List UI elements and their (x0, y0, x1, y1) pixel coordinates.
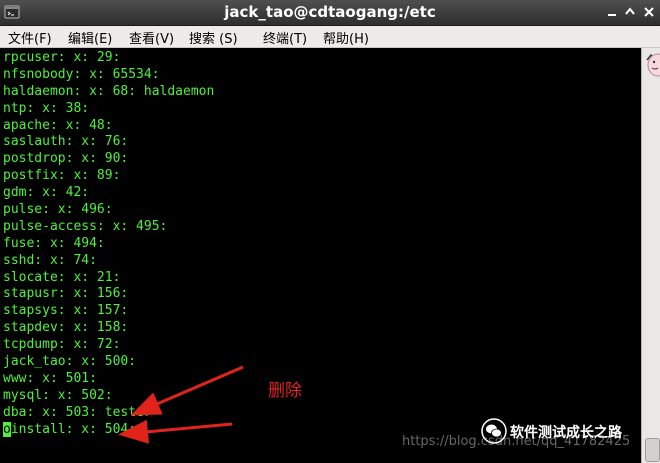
terminal-line: tcpdump: x: 72: (3, 337, 121, 353)
terminal-line: nfsnobody: x: 65534: (3, 66, 160, 82)
sticker-decoration-icon (647, 53, 660, 77)
terminal-line: jack_tao: x: 500: (3, 354, 137, 370)
terminal-line: sshd: x: 74: (3, 252, 97, 268)
terminal-line: pulse: x: 496: (3, 202, 113, 218)
menu-terminal[interactable]: 终端(T) (263, 28, 307, 47)
menu-edit[interactable]: 编辑(E) (68, 28, 112, 47)
terminal-line: stapusr: x: 156: (3, 286, 129, 302)
terminal-line: pulse-access: x: 495: (3, 218, 168, 234)
terminal-line: slocate: x: 21: (3, 269, 121, 285)
terminal-output[interactable]: rpcuser: x: 29: nfsnobody: x: 65534: hal… (0, 48, 641, 463)
terminal-line: dba: x: 503: tester (3, 404, 152, 420)
terminal-line: saslauth: x: 76: (3, 134, 129, 150)
terminal-line: stapdev: x: 158: (3, 320, 129, 336)
terminal-line: postdrop: x: 90: (3, 151, 129, 167)
watermark-brand: 软件测试成长之路 (510, 425, 622, 441)
vertical-scrollbar[interactable] (641, 48, 660, 463)
cursor-line-text: install: x: 504: (10, 421, 137, 437)
terminal-line: postfix: x: 89: (3, 168, 121, 184)
terminal-cursor-line: oinstall: x: 504: (3, 421, 214, 439)
terminal-cursor: o (3, 421, 11, 437)
close-button[interactable] (641, 5, 657, 19)
terminal-line: mysql: x: 502: (3, 387, 113, 403)
terminal-line: apache: x: 48: (3, 117, 113, 133)
terminal-line: fuse: x: 494: (3, 235, 105, 251)
wechat-logo-icon (481, 418, 507, 444)
terminal-line: gdm: x: 42: (3, 185, 90, 201)
terminal-line: ntp: x: 38: (3, 100, 90, 116)
terminal-line: stapsys: x: 157: (3, 303, 129, 319)
terminal-window: jack_tao@cdtaogang:/etc 文件(F) 编辑(E) 查看(V… (0, 0, 660, 463)
title-bar[interactable]: jack_tao@cdtaogang:/etc (0, 0, 660, 26)
menu-bar: 文件(F) 编辑(E) 查看(V) 搜索 (S) 终端(T) 帮助(H) (0, 26, 660, 48)
scrollbar-thumb[interactable] (645, 438, 660, 462)
terminal-line: haldaemon: x: 68: haldaemon (3, 83, 215, 99)
menu-help[interactable]: 帮助(H) (323, 28, 369, 47)
terminal-lines: rpcuser: x: 29: nfsnobody: x: 65534: hal… (3, 50, 214, 438)
maximize-button[interactable] (622, 5, 638, 19)
annotation-delete-label: 删除 (268, 381, 302, 401)
menu-search[interactable]: 搜索 (S) (189, 28, 238, 47)
minimize-button[interactable] (604, 5, 620, 19)
terminal-line: www: x: 501: (3, 370, 97, 386)
menu-view[interactable]: 查看(V) (129, 28, 174, 47)
window-title: jack_tao@cdtaogang:/etc (224, 3, 436, 21)
terminal-line: rpcuser: x: 29: (3, 50, 121, 65)
menu-file[interactable]: 文件(F) (8, 28, 52, 47)
